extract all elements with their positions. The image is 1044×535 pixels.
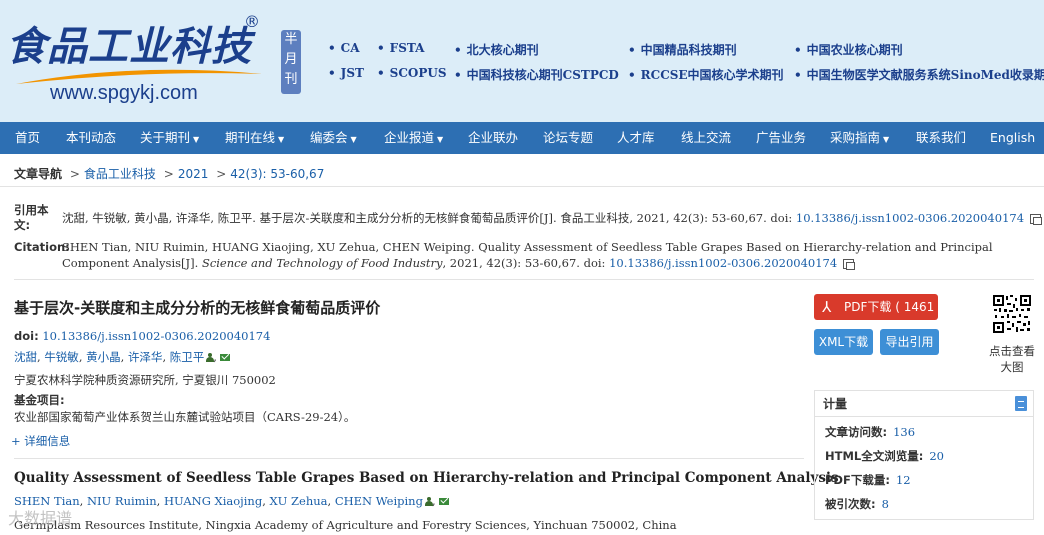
index-item: • CA [328,41,360,55]
chevron-down-icon: ▼ [350,135,357,144]
affiliation-en: Germplasm Resources Institute, Ningxia A… [14,518,677,532]
mail-icon[interactable] [438,498,449,505]
nav-board[interactable]: 编委会 ▼ [310,122,357,154]
xml-download-button[interactable]: XML下载 [814,329,873,355]
divider [14,279,1034,280]
nav-purchase[interactable]: 采购指南 ▼ [830,122,889,154]
doi-link[interactable]: 10.13386/j.issn1002-0306.2020040174 [42,329,270,343]
doi-line: doi: 10.13386/j.issn1002-0306.2020040174 [14,329,271,343]
document-icon [1015,396,1027,411]
nav-corporate-reports[interactable]: 企业报道 ▼ [384,122,443,154]
index-item: • 中国生物医学文献服务系统SinoMed收录期刊 [794,68,1044,82]
metric-value[interactable]: 8 [882,497,889,511]
metrics-header: 计量 [815,391,1033,417]
authors-cn: 沈甜, 牛锐敏, 黄小晶, 许泽华, 陈卫平, [14,349,230,365]
nav-contact[interactable]: 联系我们 [916,122,966,154]
divider [14,458,804,459]
index-item: • FSTA [377,41,425,55]
breadcrumb: 文章导航 > 食品工业科技 >2021 >42(3): 53-60,67 [14,167,325,181]
article-title-cn: 基于层次-关联度和主成分分析的无核鲜食葡萄品质评价 [14,299,381,317]
nav-about[interactable]: 关于期刊 ▼ [140,122,199,154]
citation-cn-doi-link[interactable]: 10.13386/j.issn1002-0306.2020040174 [796,211,1024,225]
copy-icon[interactable] [843,259,856,270]
citation-cn: 沈甜, 牛锐敏, 黄小晶, 许泽华, 陈卫平. 基于层次-关联度和主成分分析的无… [62,210,1043,226]
fund-text: 农业部国家葡萄产业体系贺兰山东麓试验站项目（CARS-29-24）。 [14,410,356,424]
details-toggle[interactable]: + 详细信息 [11,433,70,449]
index-item: • 中国农业核心期刊 [794,43,903,57]
fund-label: 基金项目: [14,393,65,407]
nav-news[interactable]: 本刊动态 [66,122,116,154]
citation-en-doi-link[interactable]: 10.13386/j.issn1002-0306.2020040174 [609,256,837,270]
frequency-badge: 半月刊 [281,30,301,94]
author-link[interactable]: 黄小晶 [86,350,121,364]
citation-en: SHEN Tian, NIU Ruimin, HUANG Xiaojing, X… [62,240,993,270]
corresponding-author-icon [424,497,433,506]
breadcrumb-label: 文章导航 [14,167,63,181]
pdf-icon: ⅄ [822,298,832,316]
citation-cn-label: 引用本文: [14,203,49,232]
index-item: • JST [328,66,364,80]
metric-value[interactable]: 12 [896,473,911,487]
author-link[interactable]: 许泽华 [128,350,163,364]
breadcrumb-journal[interactable]: 食品工业科技 [84,167,156,181]
metric-row: 被引次数: 8 [825,497,889,511]
metric-row: 文章访问数: 136 [825,425,916,439]
index-item: • 中国精品科技期刊 [628,43,737,57]
qr-code-icon[interactable] [992,294,1032,334]
copy-icon[interactable] [1030,214,1043,225]
metrics-title: 计量 [823,397,848,411]
article-title-en: Quality Assessment of Seedless Table Gra… [14,470,839,486]
registered-mark: ® [244,12,260,31]
metric-value[interactable]: 136 [893,425,915,439]
author-link[interactable]: 牛锐敏 [44,350,79,364]
pdf-download-button[interactable]: ⅄ PDF下载 ( 1461 KB) [814,294,938,320]
chevron-down-icon: ▼ [437,135,444,144]
author-link[interactable]: NIU Ruimin [87,494,157,508]
logo-title: 食品工业科技 [6,23,252,70]
author-link[interactable]: CHEN Weiping [335,494,423,508]
corresponding-author-icon [206,353,215,362]
chevron-down-icon: ▼ [193,135,200,144]
export-citation-button[interactable]: 导出引用 [880,329,939,355]
nav-online-exchange[interactable]: 线上交流 [681,122,731,154]
index-item: • 北大核心期刊 [454,43,539,57]
nav-ads[interactable]: 广告业务 [756,122,806,154]
divider [0,186,1044,187]
logo-url: www.spgykj.com [50,82,198,104]
metrics-panel: 计量 文章访问数: 136 HTML全文浏览量: 20 PDF下载量: 12 被引次数… [814,390,1034,520]
breadcrumb-year[interactable]: 2021 [178,167,209,181]
index-item: • SCOPUS [377,66,447,80]
breadcrumb-issue[interactable]: 42(3): 53-60,67 [230,167,324,181]
index-item: • 中国科技核心期刊CSTPCD [454,68,619,82]
author-link[interactable]: XU Zehua [270,494,328,508]
chevron-down-icon: ▼ [883,135,890,144]
nav-english[interactable]: English [990,122,1035,154]
metric-row: HTML全文浏览量: 20 [825,449,944,463]
author-link[interactable]: 陈卫平 [170,350,205,364]
mail-icon[interactable] [219,354,230,361]
watermark: 大数据谱 [8,509,73,528]
nav-home[interactable]: 首页 [15,122,40,154]
affiliation-cn: 宁夏农林科学院种质资源研究所, 宁夏银川 750002 [14,373,276,387]
nav-corporate-joint[interactable]: 企业联办 [468,122,518,154]
nav-forum[interactable]: 论坛专题 [543,122,593,154]
main-nav: 首页 本刊动态 关于期刊 ▼ 期刊在线 ▼ 编委会 ▼ 企业报道 ▼ 企业联办 论坛专题… [0,122,1044,154]
nav-talent[interactable]: 人才库 [617,122,655,154]
index-item: • RCCSE中国核心学术期刊 [628,68,784,82]
chevron-down-icon: ▼ [278,135,285,144]
site-header: 食品工业科技 ® www.spgykj.com 半月刊 • CA • FSTA • 北… [0,0,1044,122]
author-link[interactable]: HUANG Xiaojing [164,494,262,508]
metric-value[interactable]: 20 [929,449,944,463]
nav-online[interactable]: 期刊在线 ▼ [225,122,284,154]
journal-logo[interactable]: 食品工业科技 ® www.spgykj.com [4,10,266,110]
metric-row: PDF下载量: 12 [825,473,911,487]
qr-caption: 点击查看大图 [989,344,1035,374]
author-link[interactable]: 沈甜 [14,350,37,364]
authors-en: SHEN Tian, NIU Ruimin, HUANG Xiaojing, X… [14,494,449,508]
